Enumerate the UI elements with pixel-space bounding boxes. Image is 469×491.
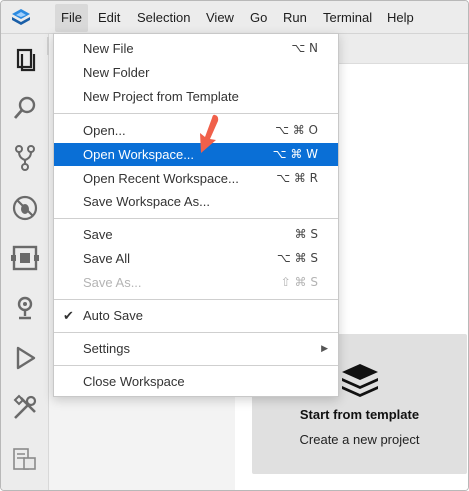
source-control-icon[interactable] [9,142,41,174]
menu-terminal[interactable]: Terminal [317,4,378,32]
search-icon[interactable] [9,92,41,124]
card-title: Start from template [299,407,420,422]
tools-icon[interactable] [9,392,41,424]
shortcut-label: ⇧ ⌘ S [280,275,318,289]
menu-item-save[interactable]: Save ⌘ S [54,223,338,246]
menu-separator [54,299,338,300]
submenu-arrow-icon: ▶ [321,343,328,353]
menu-item-close-workspace[interactable]: Close Workspace [54,370,338,393]
menu-item-settings[interactable]: Settings ▶ [54,337,338,360]
shortcut-label: ⌥ ⌘ R [276,171,318,185]
checkmark-icon: ✔ [63,308,74,323]
menu-item-auto-save[interactable]: ✔ Auto Save [54,304,338,327]
remote-icon[interactable] [9,292,41,324]
menu-help[interactable]: Help [381,4,420,32]
app-logo-icon [12,9,30,25]
containers-icon[interactable] [9,442,41,474]
menu-file[interactable]: File [55,4,88,32]
explorer-icon[interactable] [9,44,41,76]
activity-bar [1,34,49,490]
menu-item-new-folder[interactable]: New Folder [54,61,338,84]
menu-item-save-as: Save As... ⇧ ⌘ S [54,271,338,294]
shortcut-label: ⌥ ⌘ O [275,123,318,137]
menu-item-new-file[interactable]: New File ⌥ N [54,37,338,60]
menu-bar: File Edit Selection View Go Run Terminal… [1,1,468,34]
menu-separator [54,365,338,366]
menu-item-open-recent-workspace[interactable]: Open Recent Workspace... ⌥ ⌘ R [54,167,338,190]
card-subtitle: Create a new project [299,432,420,447]
menu-item-save-all[interactable]: Save All ⌥ ⌘ S [54,247,338,270]
menu-separator [54,218,338,219]
debug-icon[interactable] [9,192,41,224]
file-menu-dropdown: New File ⌥ N New Folder New Project from… [53,33,339,397]
shortcut-label: ⌥ N [291,41,318,55]
annotation-arrow-icon [200,114,219,153]
app-window: File Edit Selection View Go Run Terminal… [0,0,469,491]
menu-view[interactable]: View [200,4,240,32]
shortcut-label: ⌥ ⌘ W [272,147,318,161]
menu-item-new-project-from-template[interactable]: New Project from Template [54,85,338,108]
menu-separator [54,332,338,333]
shortcut-label: ⌥ ⌘ S [276,251,318,265]
menu-selection[interactable]: Selection [131,4,196,32]
menu-item-save-workspace-as[interactable]: Save Workspace As... [54,190,338,213]
menu-go[interactable]: Go [244,4,273,32]
menu-edit[interactable]: Edit [92,4,126,32]
menu-run[interactable]: Run [277,4,313,32]
layers-icon [342,364,378,397]
shortcut-label: ⌘ S [294,227,318,241]
extensions-icon[interactable] [9,242,41,274]
run-icon[interactable] [9,342,41,374]
